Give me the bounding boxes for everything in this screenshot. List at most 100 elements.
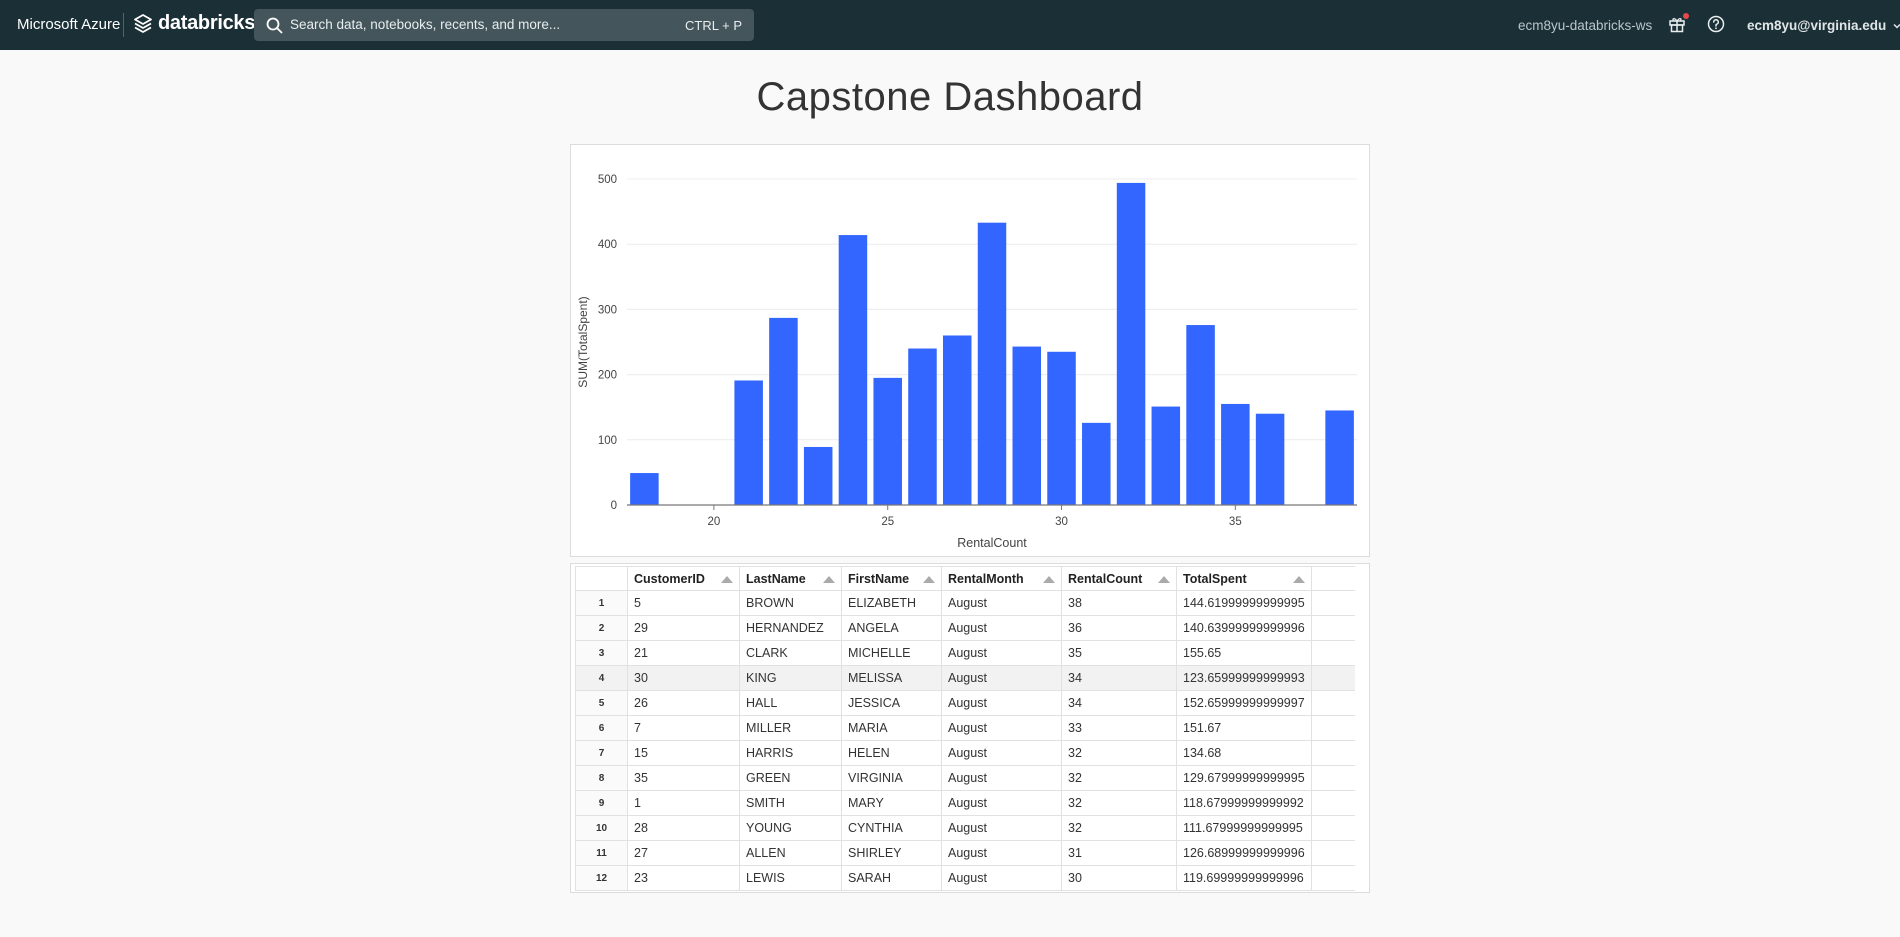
table-cell-firstname: SARAH [841, 865, 942, 891]
row-index: 9 [575, 790, 628, 816]
column-header-label: CustomerID [634, 571, 705, 586]
table-cell-customerid: 5 [627, 590, 740, 616]
table-cell-firstname: MARIA [841, 715, 942, 741]
column-header[interactable]: FirstName [841, 566, 942, 591]
table-row[interactable]: 2 29 HERNANDEZ ANGELA August 36 140.6399999999… [575, 615, 1356, 641]
table-cell-customerid: 26 [627, 690, 740, 716]
table-cell-rentalcount: 33 [1061, 715, 1177, 741]
column-header[interactable]: TotalSpent [1176, 566, 1312, 591]
table-row[interactable]: 8 35 GREEN VIRGINIA August 32 129.679999999999… [575, 765, 1356, 791]
table-cell-rentalcount: 38 [1061, 590, 1177, 616]
table-filler [1310, 590, 1356, 616]
table-cell-lastname: BROWN [739, 590, 842, 616]
table-cell-totalspent: 111.67999999999995 [1176, 815, 1312, 841]
bar [734, 380, 763, 505]
row-index: 12 [575, 865, 628, 891]
table-cell-customerid: 23 [627, 865, 740, 891]
sort-arrow-icon[interactable] [1292, 576, 1305, 583]
databricks-logo-icon [134, 13, 152, 33]
table-cell-totalspent: 140.63999999999996 [1176, 615, 1312, 641]
row-index: 11 [575, 840, 628, 866]
help-icon[interactable] [1707, 15, 1725, 33]
table-cell-customerid: 1 [627, 790, 740, 816]
table-row[interactable]: 11 27 ALLEN SHIRLEY August 31 126.689999999999… [575, 840, 1356, 866]
table-cell-totalspent: 144.61999999999995 [1176, 590, 1312, 616]
table-cell-lastname: KING [739, 665, 842, 691]
table-header-row: CustomerID LastName FirstName RentalMonth Re… [575, 566, 1356, 591]
table-cell-firstname: VIRGINIA [841, 765, 942, 791]
bar [1047, 351, 1076, 505]
sort-arrow-icon[interactable] [1043, 576, 1055, 583]
bar [1221, 403, 1250, 505]
x-tick-label: 35 [1229, 516, 1242, 528]
row-index: 4 [575, 665, 628, 691]
table-cell-lastname: LEWIS [739, 865, 842, 891]
bar [908, 348, 937, 505]
dashboard-title: Capstone Dashboard [756, 75, 1144, 119]
table-filler [1310, 840, 1356, 866]
table-cell-totalspent: 134.68 [1176, 740, 1312, 766]
sort-arrow-icon[interactable] [721, 576, 733, 583]
table-row[interactable]: 7 15 HARRIS HELEN August 32 134.68 [575, 740, 1356, 766]
table-filler [1310, 815, 1356, 841]
databricks-wordmark: databricks [158, 12, 256, 34]
table-cell-totalspent: 155.65 [1176, 640, 1312, 666]
workspace-name[interactable]: ecm8yu-databricks-ws [1518, 18, 1652, 33]
results-table: CustomerID LastName FirstName RentalMonth Re… [575, 566, 1356, 891]
sort-arrow-icon[interactable] [923, 576, 935, 583]
table-cell-customerid: 29 [627, 615, 740, 641]
column-header[interactable]: RentalCount [1061, 566, 1177, 591]
user-menu[interactable]: ecm8yu@virginia.edu [1747, 18, 1900, 33]
table-cell-totalspent: 126.68999999999996 [1176, 840, 1312, 866]
bar [803, 446, 833, 505]
table-cell-rentalcount: 32 [1061, 740, 1177, 766]
column-header[interactable]: CustomerID [627, 566, 740, 591]
table-cell-totalspent: 129.67999999999995 [1176, 765, 1312, 791]
table-filler [1310, 765, 1356, 791]
table-cell-rentalmonth: August [941, 790, 1062, 816]
table-row[interactable]: 5 26 HALL JESSICA August 34 152.65999999999997 [575, 690, 1356, 716]
table-cell-firstname: HELEN [841, 740, 942, 766]
bar-chart: 0 100 200 300 400 500 20 25 30 35 RentalCount SUM(T… [576, 174, 1357, 550]
y-tick-label: 500 [598, 174, 617, 186]
table-cell-rentalmonth: August [941, 765, 1062, 791]
column-header[interactable]: RentalMonth [941, 566, 1062, 591]
y-tick-label: 0 [611, 500, 617, 512]
table-cell-customerid: 15 [627, 740, 740, 766]
row-index-header [575, 566, 628, 591]
table-row[interactable]: 12 23 LEWIS SARAH August 30 119.69999999999996 [575, 865, 1356, 891]
table-cell-rentalcount: 36 [1061, 615, 1177, 641]
table-cell-firstname: ANGELA [841, 615, 942, 641]
row-index: 10 [575, 815, 628, 841]
row-index: 3 [575, 640, 628, 666]
table-cell-rentalmonth: August [941, 715, 1062, 741]
microsoft-azure-brand[interactable]: Microsoft Azure [17, 16, 120, 33]
column-header-label: RentalMonth [948, 571, 1024, 586]
column-header-label: TotalSpent [1183, 571, 1247, 586]
row-index: 7 [575, 740, 628, 766]
databricks-logo[interactable]: databricks [133, 12, 255, 35]
bar [838, 235, 868, 505]
bar [873, 377, 902, 505]
results-table-panel[interactable]: CustomerID LastName FirstName RentalMonth Re… [570, 563, 1370, 893]
table-row[interactable]: 9 1 SMITH MARY August 32 118.67999999999992 [575, 790, 1356, 816]
bar [977, 222, 1007, 505]
sort-arrow-icon[interactable] [823, 576, 835, 583]
table-row[interactable]: 6 7 MILLER MARIA August 33 151.67 [575, 715, 1356, 741]
table-cell-customerid: 21 [627, 640, 740, 666]
table-cell-rentalmonth: August [941, 590, 1062, 616]
column-header[interactable]: LastName [739, 566, 842, 591]
bar-chart-panel[interactable]: 0 100 200 300 400 500 20 25 30 35 RentalCount SUM(T… [570, 144, 1370, 557]
table-row[interactable]: 4 30 KING MELISSA August 34 123.65999999999993 [575, 665, 1356, 691]
sort-arrow-icon[interactable] [1158, 576, 1170, 583]
table-cell-firstname: SHIRLEY [841, 840, 942, 866]
table-cell-rentalmonth: August [941, 615, 1062, 641]
bar [1151, 406, 1181, 505]
table-row[interactable]: 10 28 YOUNG CYNTHIA August 32 111.679999999999… [575, 815, 1356, 841]
table-row[interactable]: 1 5 BROWN ELIZABETH August 38 144.619999999999… [575, 590, 1356, 616]
table-row[interactable]: 3 21 CLARK MICHELLE August 35 155.65 [575, 640, 1356, 666]
table-cell-customerid: 28 [627, 815, 740, 841]
global-search-box[interactable]: Search data, notebooks, recents, and mor… [254, 9, 754, 41]
x-tick-label: 30 [1055, 516, 1068, 528]
table-cell-totalspent: 151.67 [1176, 715, 1312, 741]
